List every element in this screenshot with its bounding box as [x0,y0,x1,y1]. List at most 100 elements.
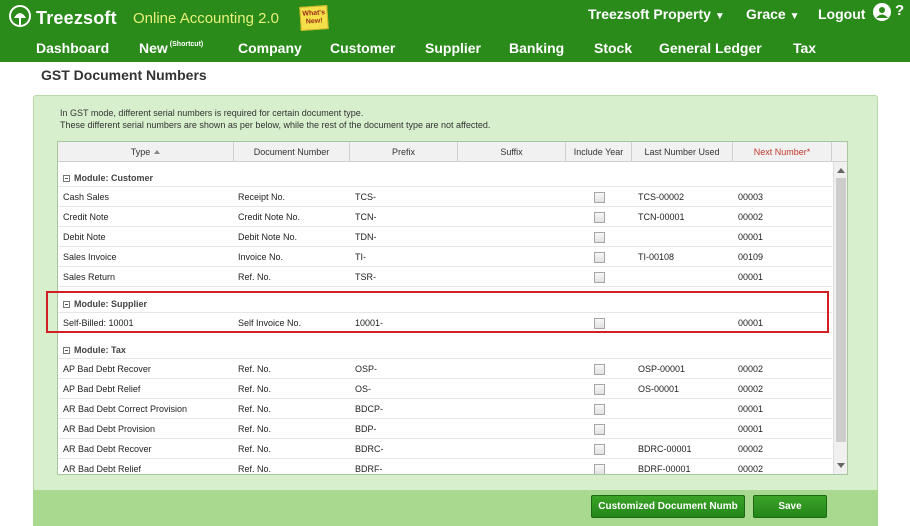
whats-new-badge[interactable]: What's New! [299,5,329,31]
last-number-cell: BDRC-00001 [638,444,692,454]
collapse-icon[interactable] [63,175,70,182]
chevron-down-icon: ▼ [714,11,725,22]
document-number-cell: Ref. No. [238,464,272,474]
scroll-up-icon[interactable] [837,168,845,173]
next-number-cell[interactable]: 00001 [738,227,763,247]
nav-supplier[interactable]: Supplier [425,40,481,60]
grid-header: Type Document Number Prefix Suffix Inclu… [58,142,847,162]
include-year-checkbox[interactable] [594,272,605,283]
brand-logo-link[interactable]: Treezsoft [6,4,117,32]
table-row[interactable]: Sales Invoice Invoice No. TI- TI-00108 00109 [58,247,832,267]
user-menu[interactable]: Grace ▼ [746,6,800,26]
include-year-checkbox[interactable] [594,464,605,474]
collapse-icon[interactable] [63,347,70,354]
include-year-checkbox[interactable] [594,384,605,395]
prefix-cell[interactable]: TDN- [355,227,377,247]
group-row[interactable]: Module: Customer [58,167,832,187]
prefix-cell[interactable]: TSR- [355,267,376,287]
last-number-cell: TCN-00001 [638,212,685,222]
next-number-cell[interactable]: 00002 [738,359,763,379]
type-cell: AP Bad Debt Recover [63,364,151,374]
save-button[interactable]: Save [753,495,827,518]
prefix-cell[interactable]: BDRF- [355,459,383,474]
header-suffix[interactable]: Suffix [458,142,566,162]
next-number-cell[interactable]: 00002 [738,379,763,399]
table-row[interactable]: AR Bad Debt Correct Provision Ref. No. BDC… [58,399,832,419]
table-row[interactable]: AR Bad Debt Relief Ref. No. BDRF- BDRF-0000… [58,459,832,474]
next-number-cell[interactable]: 00002 [738,439,763,459]
header-type-label: Type [130,147,151,157]
chevron-down-icon: ▼ [789,11,800,22]
user-menu-label: Grace [746,6,786,22]
table-row[interactable]: Cash Sales Receipt No. TCS- TCS-00002 00003 [58,187,832,207]
nav-banking[interactable]: Banking [509,40,564,60]
table-row[interactable]: AP Bad Debt Relief Ref. No. OS- OS-00001 000… [58,379,832,399]
next-number-cell[interactable]: 00002 [738,207,763,227]
next-number-cell[interactable]: 00002 [738,459,763,474]
prefix-cell[interactable]: TI- [355,247,366,267]
nav-general-ledger[interactable]: General Ledger [659,40,762,60]
header-document-number[interactable]: Document Number [234,142,350,162]
document-number-cell: Ref. No. [238,364,272,374]
nav-dashboard[interactable]: Dashboard [36,40,109,60]
help-icon[interactable]: ? [895,2,904,19]
grid-scrollbar[interactable] [833,162,847,474]
user-avatar-icon[interactable] [873,3,891,21]
prefix-cell[interactable]: TCN- [355,207,377,227]
prefix-cell[interactable]: OSP- [355,359,377,379]
group-label: Module: Tax [63,339,126,359]
type-cell: Credit Note [63,212,109,222]
include-year-checkbox[interactable] [594,424,605,435]
next-number-cell[interactable]: 00109 [738,247,763,267]
table-row[interactable]: Sales Return Ref. No. TSR- 00001 [58,267,832,287]
table-row[interactable]: Debit Note Debit Note No. TDN- 00001 [58,227,832,247]
prefix-cell[interactable]: OS- [355,379,371,399]
page-title: GST Document Numbers [41,67,207,83]
customized-document-number-button[interactable]: Customized Document Numb [591,495,745,518]
group-row[interactable]: Module: Tax [58,339,832,359]
prefix-cell[interactable]: BDCP- [355,399,383,419]
nav-company[interactable]: Company [238,40,302,60]
intro-line-2: These different serial numbers are shown… [60,120,491,130]
nav-new[interactable]: New (Shortcut) [139,40,203,60]
type-cell: AP Bad Debt Relief [63,384,141,394]
include-year-checkbox[interactable] [594,444,605,455]
company-menu[interactable]: Treezsoft Property ▼ [588,6,725,26]
include-year-checkbox[interactable] [594,212,605,223]
scrollbar-thumb[interactable] [836,178,846,442]
logout-link[interactable]: Logout [818,6,865,26]
type-cell: AR Bad Debt Correct Provision [63,404,188,414]
next-number-cell[interactable]: 00001 [738,419,763,439]
header-include-year[interactable]: Include Year [566,142,632,162]
include-year-checkbox[interactable] [594,404,605,415]
include-year-checkbox[interactable] [594,192,605,203]
next-number-cell[interactable]: 00003 [738,187,763,207]
type-cell: AR Bad Debt Provision [63,424,156,434]
nav-tax[interactable]: Tax [793,40,816,60]
footer-bar [33,490,878,526]
header-last-number-used[interactable]: Last Number Used [632,142,733,162]
next-number-cell[interactable]: 00001 [738,399,763,419]
nav-stock[interactable]: Stock [594,40,632,60]
scroll-down-icon[interactable] [837,463,845,468]
next-number-cell[interactable]: 00001 [738,267,763,287]
nav-new-shortcut: (Shortcut) [169,41,204,48]
document-number-cell: Ref. No. [238,384,272,394]
table-row[interactable]: AR Bad Debt Recover Ref. No. BDRC- BDRC-000… [58,439,832,459]
prefix-cell[interactable]: TCS- [355,187,376,207]
table-row[interactable]: AP Bad Debt Recover Ref. No. OSP- OSP-00001… [58,359,832,379]
type-cell: Cash Sales [63,192,110,202]
header-type[interactable]: Type [58,142,234,162]
include-year-checkbox[interactable] [594,252,605,263]
include-year-checkbox[interactable] [594,364,605,375]
prefix-cell[interactable]: BDRC- [355,439,384,459]
document-number-cell: Ref. No. [238,424,272,434]
table-row[interactable]: AR Bad Debt Provision Ref. No. BDP- 00001 [58,419,832,439]
nav-customer[interactable]: Customer [330,40,395,60]
header-prefix[interactable]: Prefix [350,142,458,162]
include-year-checkbox[interactable] [594,232,605,243]
table-row[interactable]: Credit Note Credit Note No. TCN- TCN-00001 0… [58,207,832,227]
tree-logo-icon [6,4,34,32]
header-next-number[interactable]: Next Number* [733,142,832,162]
prefix-cell[interactable]: BDP- [355,419,377,439]
